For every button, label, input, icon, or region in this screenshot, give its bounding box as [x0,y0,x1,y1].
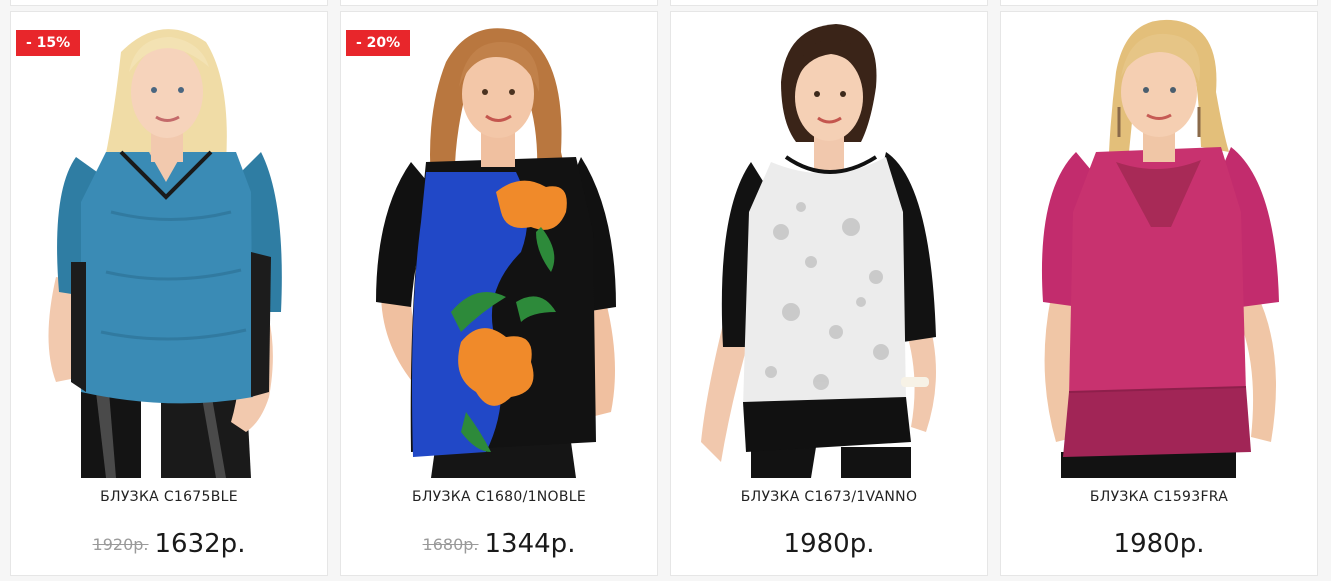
previous-row-card-edge [1000,0,1318,6]
product-photo[interactable] [341,12,657,478]
previous-row-card-edge [10,0,328,6]
product-name[interactable]: БЛУЗКА С1675BLE [11,489,327,505]
current-price: 1980р. [783,529,875,559]
price-block: 1980р. [671,529,987,559]
product-photo[interactable] [671,12,987,478]
price-block: 1680р. 1344р. [341,529,657,559]
product-name[interactable]: БЛУЗКА С1593FRA [1001,489,1317,505]
product-name[interactable]: БЛУЗКА С1673/1VANNO [671,489,987,505]
discount-badge: - 20% [346,30,411,56]
price-block: 1920р. 1632р. [11,529,327,559]
current-price: 1632р. [154,529,246,559]
product-card[interactable]: БЛУЗКА С1593FRA 1980р. [1000,11,1318,576]
current-price: 1344р. [484,529,576,559]
product-card[interactable]: - 20% БЛУЗКА С1680/1NOBLE 1680р. 1344р. [340,11,658,576]
previous-row-card-edge [340,0,658,6]
product-card[interactable]: БЛУЗКА С1673/1VANNO 1980р. [670,11,988,576]
product-card[interactable]: - 15% БЛУЗКА С1675BLE 1920р. 1632р. [10,11,328,576]
discount-badge: - 15% [16,30,81,56]
current-price: 1980р. [1113,529,1205,559]
price-block: 1980р. [1001,529,1317,559]
old-price: 1680р. [422,535,479,554]
product-name[interactable]: БЛУЗКА С1680/1NOBLE [341,489,657,505]
product-photo[interactable] [11,12,327,478]
previous-row-card-edge [670,0,988,6]
product-photo[interactable] [1001,12,1317,478]
old-price: 1920р. [92,535,149,554]
